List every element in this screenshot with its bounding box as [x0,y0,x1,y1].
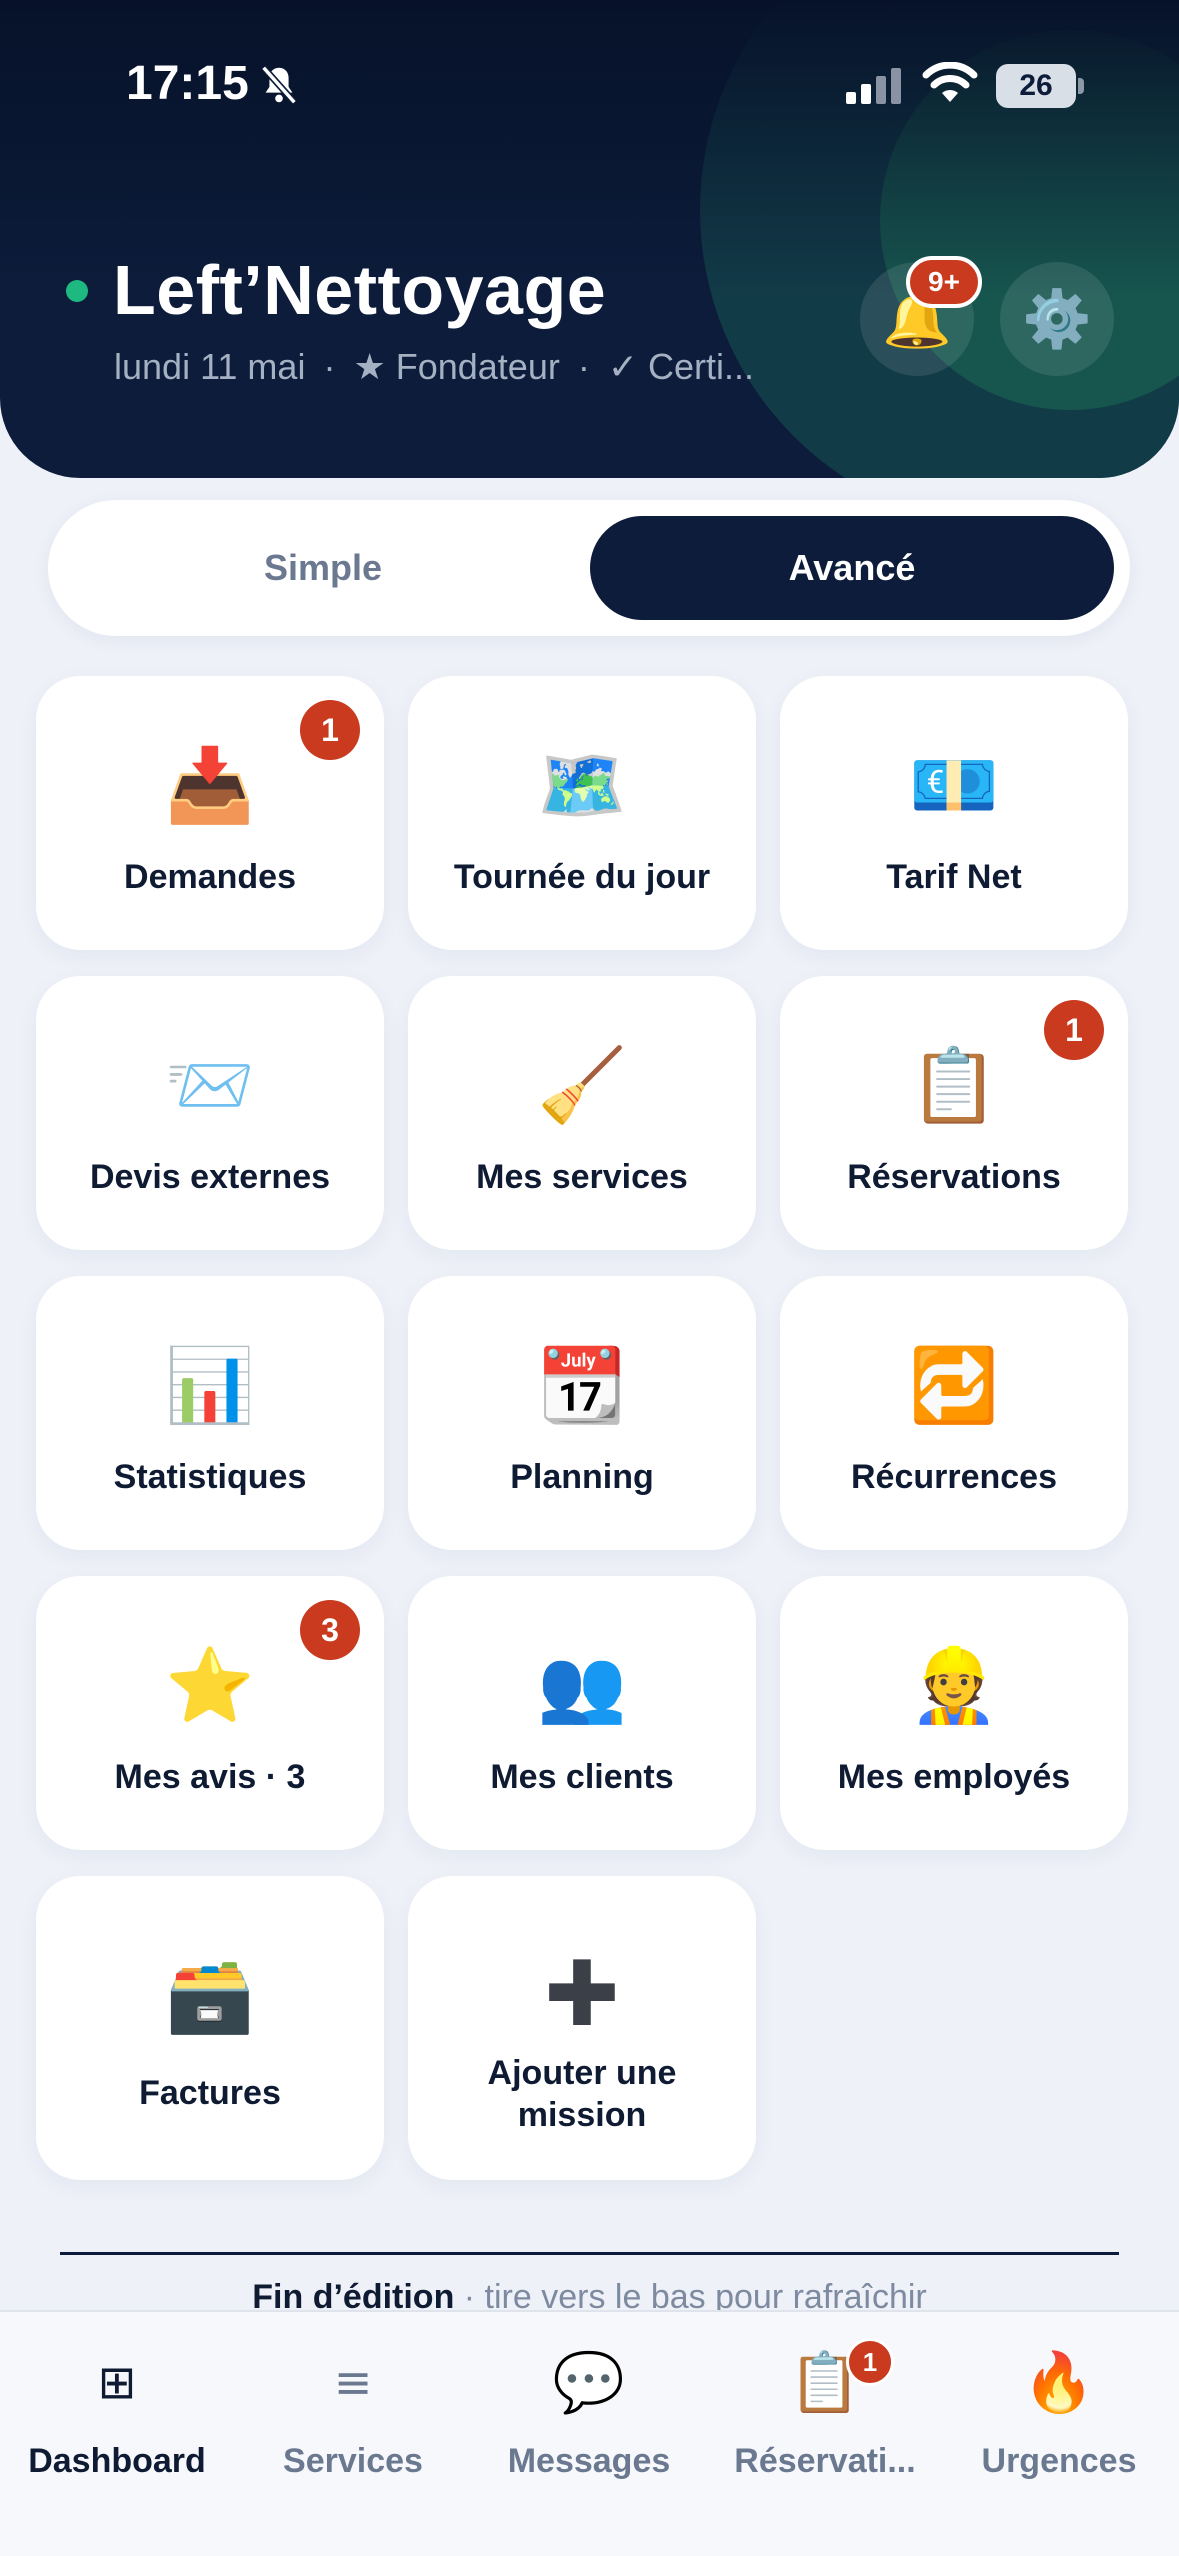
current-date: lundi 11 mai [114,346,306,387]
bell-muted-icon [261,65,297,105]
tab-label: Urgences [981,2442,1137,2480]
tile-label: Demandes [124,858,296,896]
envelope-icon: 📨 [165,1043,255,1127]
tile-label: Planning [510,1458,654,1496]
mode-simple-button[interactable]: Simple [64,516,582,620]
tile-demandes[interactable]: 📥 Demandes 1 [36,676,384,950]
tab-messages[interactable]: 💬 Messages [474,2342,704,2502]
header-subline: lundi 11 mai · ★ Fondateur · ✓ Certi... [114,346,754,388]
repeat-icon: 🔁 [909,1343,999,1427]
separator: · [323,346,336,387]
broom-icon: 🧹 [537,1043,627,1127]
gear-icon: ⚙️ [1022,287,1092,352]
count-badge: 1 [1044,1000,1104,1060]
dashboard-grid-icon: ⊞ [97,2355,137,2409]
tile-planning[interactable]: 📆 Planning [408,1276,756,1550]
tile-label: Récurrences [850,1458,1057,1496]
tile-reservations[interactable]: 📋 Réservations 1 [780,976,1128,1250]
online-status-dot [66,280,88,302]
tile-employes[interactable]: 👷 Mes employés [780,1576,1128,1850]
tile-label: Réservations [847,1158,1061,1196]
end-divider [60,2252,1119,2255]
tab-label: Dashboard [28,2442,206,2480]
count-badge: 1 [300,700,360,760]
certified-badge: ✓ Certi... [607,346,755,387]
tile-label: Devis externes [89,1158,331,1196]
tile-label: Tournée du jour [453,858,711,896]
clipboard-icon: 📋 [788,2347,862,2416]
file-box-icon: 🗃️ [165,1953,255,2037]
tile-ajouter-mission[interactable]: ✚ Ajouter une mission [408,1876,756,2180]
separator: · [577,346,590,387]
tile-label: Factures [139,2074,281,2112]
tile-label: Tarif Net [886,858,1022,896]
tile-label: Mes employés [837,1758,1071,1796]
tile-tarif[interactable]: 💶 Tarif Net [780,676,1128,950]
tab-label: Services [283,2442,423,2480]
tab-services[interactable]: ≡ Services [238,2342,468,2502]
tile-statistiques[interactable]: 📊 Statistiques [36,1276,384,1550]
tile-clients[interactable]: 👥 Mes clients [408,1576,756,1850]
wifi-icon [922,62,978,102]
banknote-icon: 💶 [909,743,999,827]
tile-recurrences[interactable]: 🔁 Récurrences [780,1276,1128,1550]
map-icon: 🗺️ [537,743,627,827]
fire-icon: 🔥 [1022,2347,1096,2416]
worker-icon: 👷 [909,1643,999,1727]
tile-label: Statistiques [113,1458,307,1496]
list-icon: ≡ [333,2355,373,2409]
settings-button[interactable]: ⚙️ [1000,262,1114,376]
tile-label: Mes services [476,1158,688,1196]
tab-label: Réservati... [734,2442,916,2480]
bar-chart-icon: 📊 [165,1343,255,1427]
tile-factures[interactable]: 🗃️ Factures [36,1876,384,2180]
status-time: 17:15 [126,57,249,110]
tab-dashboard[interactable]: ⊞ Dashboard [2,2342,232,2502]
tile-avis[interactable]: ⭐ Mes avis · 33 [36,1576,384,1850]
tile-label: Mes clients [490,1758,674,1796]
tile-services[interactable]: 🧹 Mes services [408,976,756,1250]
calendar-icon: 📆 [537,1343,627,1427]
role-badge: ★ Fondateur [353,346,560,387]
tab-label: Messages [507,2442,671,2480]
battery-tip [1078,78,1084,94]
users-icon: 👥 [537,1643,627,1727]
cellular-signal-icon [846,68,901,104]
tab-urgences[interactable]: 🔥 Urgences [944,2342,1174,2502]
tab-count-badge: 1 [846,2338,894,2386]
tab-reservations[interactable]: 📋 Réservati... 1 [710,2338,940,2502]
bottom-tab-bar: ⊞ Dashboard ≡ Services 💬 Messages 📋 Réservati..… [0,2310,1179,2556]
chat-bubble-icon: 💬 [552,2347,626,2416]
mode-advanced-button[interactable]: Avancé [590,516,1114,620]
tile-tournee[interactable]: 🗺️ Tournée du jour [408,676,756,950]
tile-label: Mes avis · 3 [114,1758,306,1796]
tile-label: Ajouter une mission [487,2054,677,2134]
mode-toggle: Simple Avancé [48,500,1130,636]
tile-devis[interactable]: 📨 Devis externes [36,976,384,1250]
notifications-badge: 9+ [906,256,982,308]
battery-indicator: 26 [996,64,1076,108]
business-name: Left’Nettoyage [113,251,607,329]
count-badge: 3 [300,1600,360,1660]
plus-icon: ✚ [544,1942,620,2047]
